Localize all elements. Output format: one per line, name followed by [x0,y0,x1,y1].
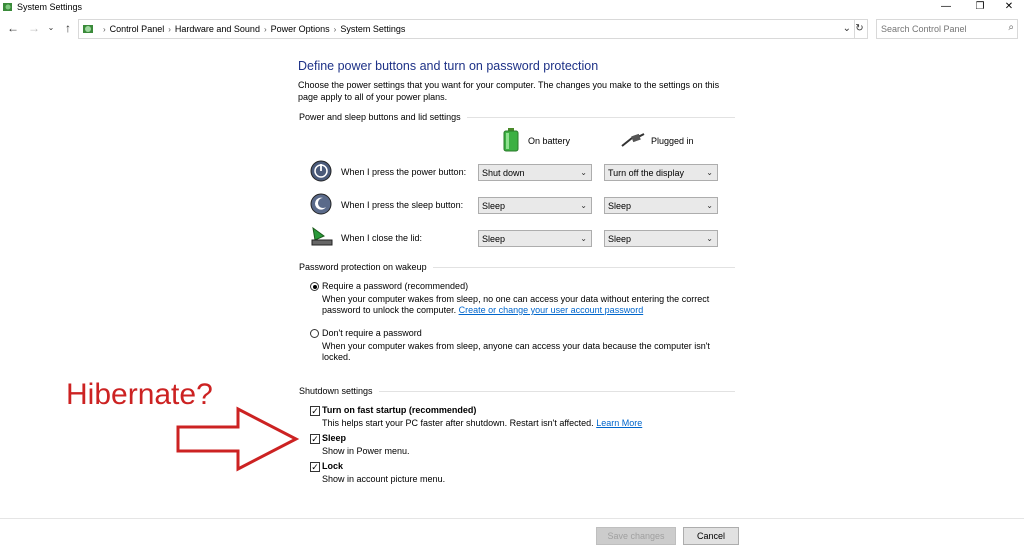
sleep-button-on-battery-value: Sleep [482,201,506,211]
search-icon[interactable]: ⌕ [1008,22,1014,33]
sleep-button-label: When I press the sleep button: [341,200,464,210]
close-lid-on-battery-select[interactable]: Sleep ⌄ [478,230,592,247]
col-plugged-in: Plugged in [651,136,694,146]
chevron-down-icon: ⌄ [580,234,587,243]
lock-desc: Show in account picture menu. [322,474,446,484]
fast-startup-label[interactable]: Turn on fast startup (recommended) [322,405,476,415]
require-password-label[interactable]: Require a password (recommended) [322,281,468,291]
refresh-button[interactable]: ↻ [852,19,868,39]
minimize-button[interactable]: — [931,0,961,15]
power-button-plugged-in-value: Turn off the display [608,168,685,178]
cancel-button[interactable]: Cancel [683,527,739,545]
breadcrumb: › Control Panel › Hardware and Sound › Power … [99,20,405,38]
require-password-radio[interactable] [310,282,319,291]
control-panel-icon [83,25,93,33]
up-button[interactable]: ↑ [61,20,75,36]
chevron-down-icon: ⌄ [580,201,587,210]
password-section-label: Password protection on wakeup [299,262,433,272]
close-lid-plugged-in-select[interactable]: Sleep ⌄ [604,230,718,247]
sleep-desc: Show in Power menu. [322,446,410,456]
sleep-button-plugged-in-select[interactable]: Sleep ⌄ [604,197,718,214]
breadcrumb-separator-icon: › [168,25,171,34]
close-lid-label: When I close the lid: [341,233,423,243]
sleep-checkbox[interactable]: ✓ [310,434,320,444]
breadcrumb-control-panel[interactable]: Control Panel [110,20,165,38]
page-title: Define power buttons and turn on passwor… [298,59,599,73]
plug-icon [621,133,645,147]
require-password-desc-2: password to unlock the computer. Create … [322,305,643,315]
forward-button[interactable]: → [27,20,41,36]
page-intro: Choose the power settings that you want … [298,80,720,102]
power-button-icon [310,160,332,182]
lock-checkbox[interactable]: ✓ [310,462,320,472]
power-button-on-battery-select[interactable]: Shut down ⌄ [478,164,592,181]
create-password-link[interactable]: Create or change your user account passw… [459,305,644,315]
breadcrumb-power-options[interactable]: Power Options [271,20,330,38]
fast-startup-checkbox[interactable]: ✓ [310,406,320,416]
learn-more-link[interactable]: Learn More [596,418,642,428]
no-password-label[interactable]: Don't require a password [322,328,422,338]
sleep-button-icon [310,193,332,215]
power-button-on-battery-value: Shut down [482,168,525,178]
sleep-button-on-battery-select[interactable]: Sleep ⌄ [478,197,592,214]
battery-icon [503,128,519,152]
breadcrumb-hardware-and-sound[interactable]: Hardware and Sound [175,20,260,38]
back-button[interactable]: ← [6,20,20,36]
close-lid-on-battery-value: Sleep [482,234,506,244]
breadcrumb-separator-icon: › [103,25,106,34]
col-on-battery: On battery [528,136,571,146]
recent-locations-icon[interactable]: ⌄ [44,20,58,36]
chevron-down-icon: ⌄ [580,168,587,177]
shutdown-section-label: Shutdown settings [299,386,379,396]
address-bar[interactable]: › Control Panel › Hardware and Sound › Power … [78,19,855,39]
power-section-label: Power and sleep buttons and lid settings [299,112,467,122]
chevron-down-icon: ⌄ [706,234,713,243]
close-lid-plugged-in-value: Sleep [608,234,632,244]
save-changes-button[interactable]: Save changes [596,527,676,545]
close-button[interactable]: ✕ [994,0,1024,15]
chevron-down-icon: ⌄ [706,201,713,210]
power-button-label: When I press the power button: [341,167,467,177]
footer-divider [0,518,1024,519]
require-password-desc-1: When your computer wakes from sleep, no … [322,294,710,304]
sleep-label[interactable]: Sleep [322,433,346,443]
no-password-radio[interactable] [310,329,319,338]
breadcrumb-separator-icon: › [333,25,337,34]
fast-startup-desc-text: This helps start your PC faster after sh… [322,418,594,428]
breadcrumb-separator-icon: › [263,25,267,34]
search-input[interactable] [881,21,999,37]
chevron-down-icon: ⌄ [706,168,713,177]
require-password-desc-2-text: password to unlock the computer. [322,305,457,315]
restore-button[interactable]: ❐ [965,0,995,15]
search-box[interactable]: ⌕ [876,19,1018,39]
sleep-button-plugged-in-value: Sleep [608,201,632,211]
window-title: System Settings [17,2,83,12]
no-password-desc: When your computer wakes from sleep, any… [322,341,710,362]
laptop-lid-icon [311,226,333,246]
fast-startup-desc: This helps start your PC faster after sh… [322,418,642,428]
breadcrumb-system-settings[interactable]: System Settings [340,20,405,38]
control-panel-icon [3,3,12,11]
power-button-plugged-in-select[interactable]: Turn off the display ⌄ [604,164,718,181]
title-bar: System Settings — ❐ ✕ [0,0,1024,15]
red-arrow-icon [176,406,300,472]
lock-label[interactable]: Lock [322,461,343,471]
address-dropdown-icon[interactable]: ⌄ [843,20,851,38]
